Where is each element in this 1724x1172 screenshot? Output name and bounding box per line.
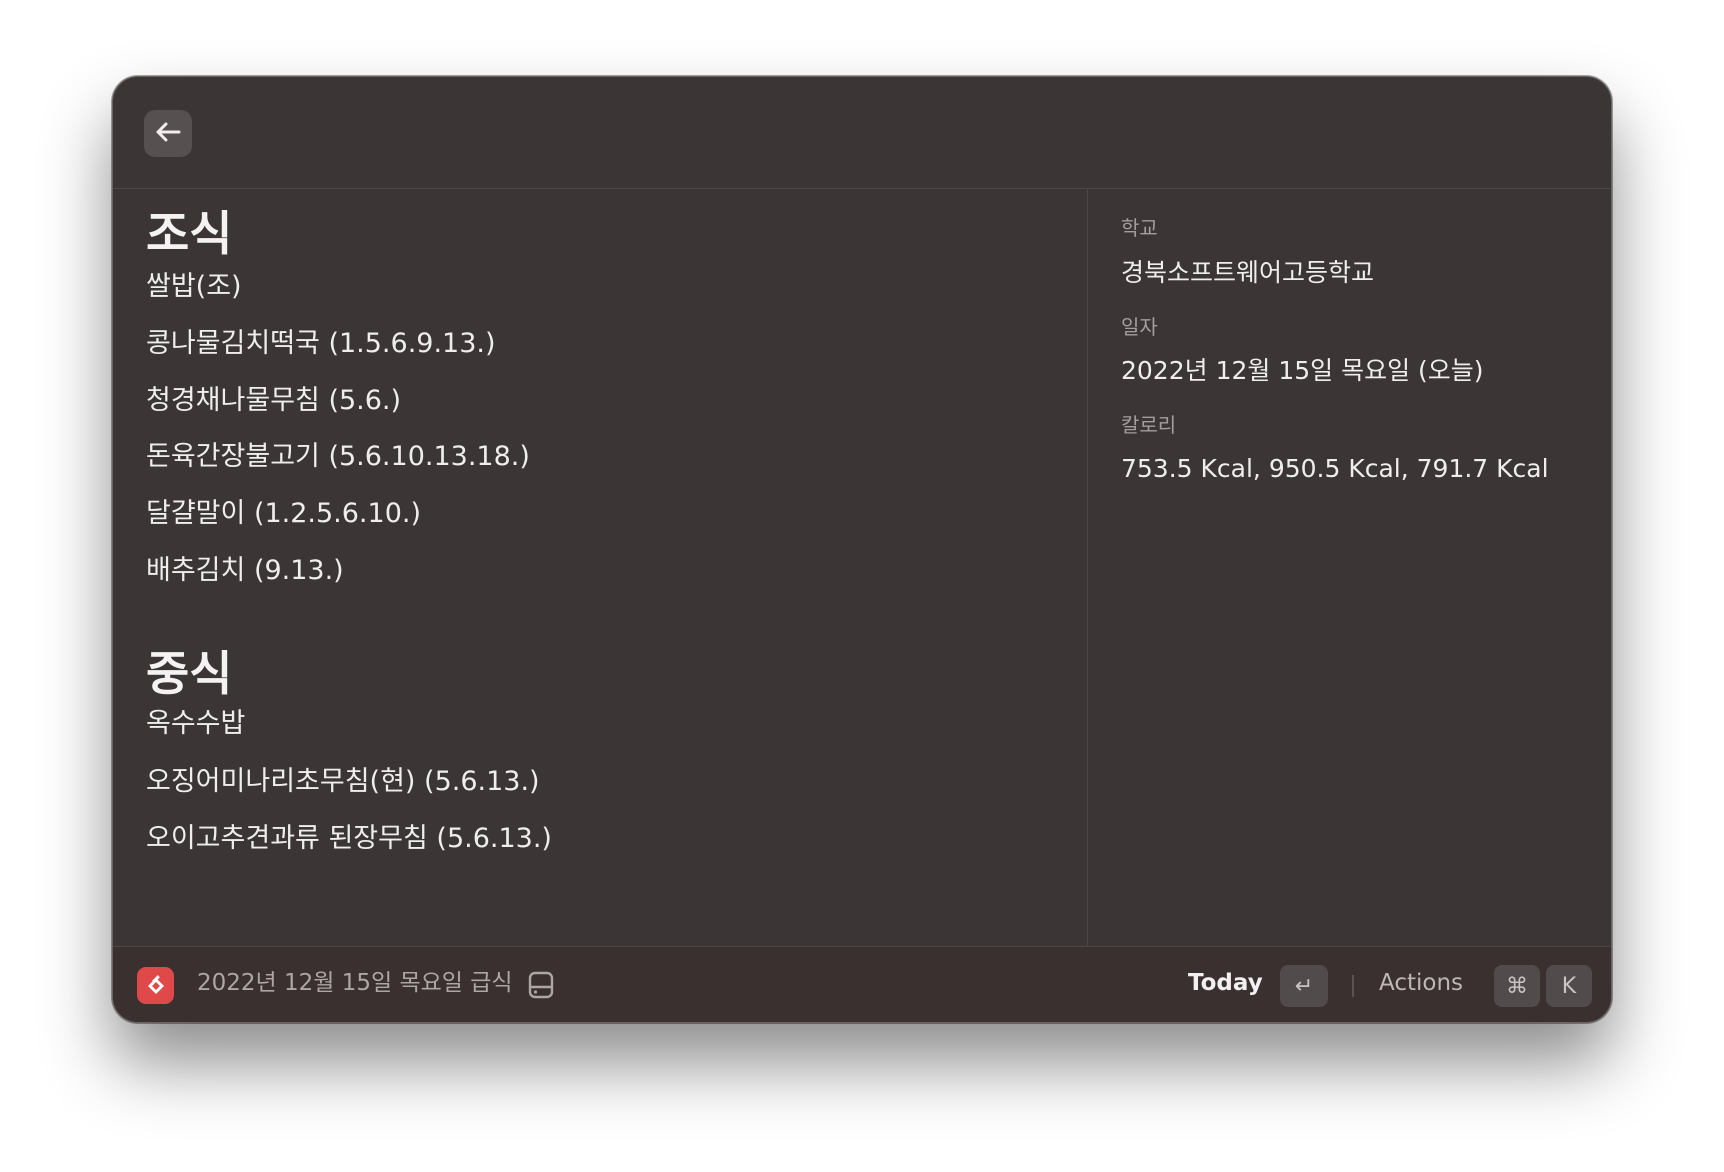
enter-key-hint[interactable]: ↵ bbox=[1280, 965, 1328, 1007]
menu-item: 오이고추견과류 된장무침 (5.6.13.) bbox=[146, 823, 552, 854]
menu-item: 청경채나물무침 (5.6.) bbox=[146, 385, 402, 416]
school-label: 학교 bbox=[1121, 216, 1158, 240]
navigation-title: 2022년 12월 15일 목요일 급식 bbox=[197, 970, 513, 996]
actions-button[interactable]: Actions bbox=[1379, 972, 1463, 995]
date-value: 2022년 12월 15일 목요일 (오늘) bbox=[1121, 356, 1484, 385]
section-title-lunch: 중식 bbox=[146, 647, 233, 702]
command-key-hint[interactable]: ⌘ bbox=[1494, 965, 1540, 1007]
return-icon: ↵ bbox=[1294, 973, 1314, 999]
menu-pane[interactable]: 조식 쌀밥(조) 콩나물김치떡국 (1.5.6.9.13.) 청경채나물무침 (… bbox=[113, 189, 1087, 946]
menu-item: 달걀말이 (1.2.5.6.10.) bbox=[146, 498, 421, 529]
menu-item: 쌀밥(조) bbox=[146, 271, 242, 302]
menu-item: 돈육간장불고기 (5.6.10.13.18.) bbox=[146, 441, 530, 472]
action-bar: 2022년 12월 15일 목요일 급식 Today ↵ Actions ⌘ K bbox=[113, 946, 1611, 1022]
today-action-button[interactable]: Today bbox=[1188, 972, 1263, 995]
k-key-label: K bbox=[1561, 973, 1577, 999]
calorie-label: 칼로리 bbox=[1121, 413, 1177, 437]
arrow-left-icon bbox=[155, 122, 181, 146]
metadata-pane: 학교 경북소프트웨어고등학교 일자 2022년 12월 15일 목요일 (오늘)… bbox=[1088, 189, 1611, 946]
k-key-hint[interactable]: K bbox=[1546, 965, 1592, 1007]
calorie-value: 753.5 Kcal, 950.5 Kcal, 791.7 Kcal bbox=[1121, 454, 1549, 483]
command-window: 조식 쌀밥(조) 콩나물김치떡국 (1.5.6.9.13.) 청경채나물무침 (… bbox=[112, 76, 1612, 1023]
menu-item: 오징어미나리초무침(현) (5.6.13.) bbox=[146, 766, 540, 797]
command-icon: ⌘ bbox=[1506, 973, 1528, 999]
date-label: 일자 bbox=[1121, 315, 1158, 339]
footer-separator bbox=[1352, 975, 1354, 997]
menu-item: 콩나물김치떡국 (1.5.6.9.13.) bbox=[146, 328, 496, 359]
detail-content: 조식 쌀밥(조) 콩나물김치떡국 (1.5.6.9.13.) 청경채나물무침 (… bbox=[113, 189, 1611, 946]
menu-item: 옥수수밥 bbox=[146, 708, 246, 739]
menu-item: 배추김치 (9.13.) bbox=[146, 555, 344, 586]
hard-drive-icon bbox=[527, 970, 555, 1004]
school-meal-app-icon bbox=[137, 967, 174, 1004]
top-bar bbox=[113, 77, 1611, 189]
back-button[interactable] bbox=[144, 110, 192, 157]
section-title-breakfast: 조식 bbox=[146, 207, 233, 262]
school-value: 경북소프트웨어고등학교 bbox=[1121, 258, 1375, 287]
